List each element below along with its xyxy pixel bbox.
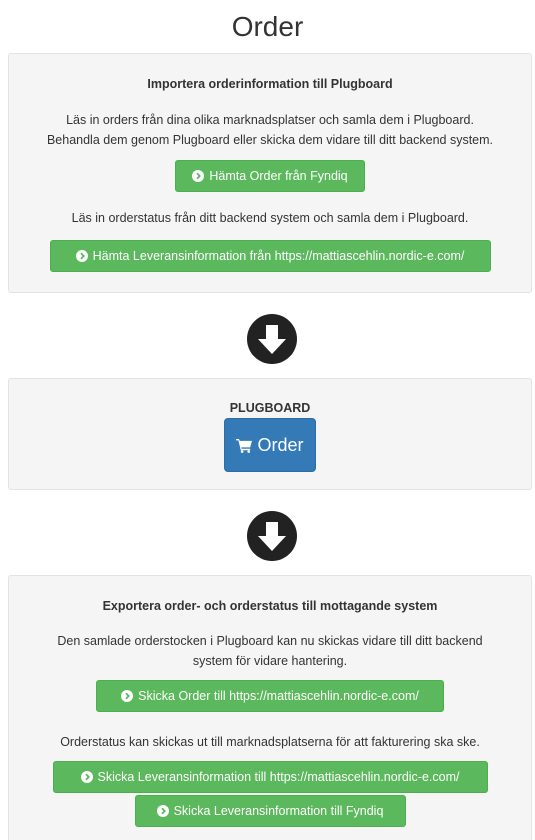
chevron-circle-right-icon (192, 170, 205, 182)
send-orders-backend-button[interactable]: Skicka Order till https://mattiascehlin.… (96, 680, 444, 712)
fetch-orders-fyndiq-button[interactable]: Hämta Order från Fyndiq (175, 160, 365, 192)
shopping-cart-icon (236, 438, 253, 453)
order-button[interactable]: Order (224, 418, 316, 472)
send-delivery-info-fyndiq-button[interactable]: Skicka Leveransinformation till Fyndiq (134, 795, 406, 827)
plugboard-heading: PLUGBOARD (229, 401, 311, 415)
arrow-circle-down-icon (247, 314, 297, 364)
import-heading: Importera orderinformation till Plugboar… (147, 77, 393, 91)
page-title: Order (231, 11, 304, 42)
export-panel: Exportera order- och orderstatus till mo… (8, 575, 532, 840)
arrow-circle-down-icon (247, 511, 297, 561)
import-panel: Importera orderinformation till Plugboar… (8, 53, 532, 293)
chevron-circle-right-icon (80, 771, 93, 783)
fetch-delivery-info-button[interactable]: Hämta Leveransinformation från https://m… (49, 240, 491, 272)
send-delivery-info-backend-button[interactable]: Skicka Leveransinformation till https://… (52, 761, 488, 793)
import-status-description: Läs in orderstatus från ditt backend sys… (71, 211, 469, 225)
plugboard-panel: PLUGBOARD Order (8, 378, 532, 490)
chevron-circle-right-icon (75, 250, 88, 262)
chevron-circle-right-icon (156, 805, 169, 817)
export-description-line2: system för vidare hantering. (192, 654, 348, 668)
order-button-label: Order (257, 434, 304, 455)
send-orders-backend-label: Skicka Order till https://mattiascehlin.… (138, 689, 419, 703)
chevron-circle-right-icon (121, 690, 134, 702)
send-delivery-info-fyndiq-label: Skicka Leveransinformation till Fyndiq (173, 804, 384, 818)
send-delivery-info-backend-label: Skicka Leveransinformation till https://… (97, 770, 460, 784)
import-description: Läs in orders från dina olika marknadspl… (9, 110, 531, 150)
export-heading: Exportera order- och orderstatus till mo… (102, 599, 438, 613)
export-description-line1: Den samlade orderstocken i Plugboard kan… (57, 634, 483, 648)
import-description-line2: Behandla dem genom Plugboard eller skick… (46, 133, 494, 147)
fetch-orders-fyndiq-label: Hämta Order från Fyndiq (209, 169, 348, 183)
export-description: Den samlade orderstocken i Plugboard kan… (9, 631, 531, 671)
import-description-line1: Läs in orders från dina olika marknadspl… (66, 113, 474, 127)
export-status-description: Orderstatus kan skickas ut till marknads… (60, 735, 480, 749)
fetch-delivery-info-label: Hämta Leveransinformation från https://m… (92, 249, 465, 263)
